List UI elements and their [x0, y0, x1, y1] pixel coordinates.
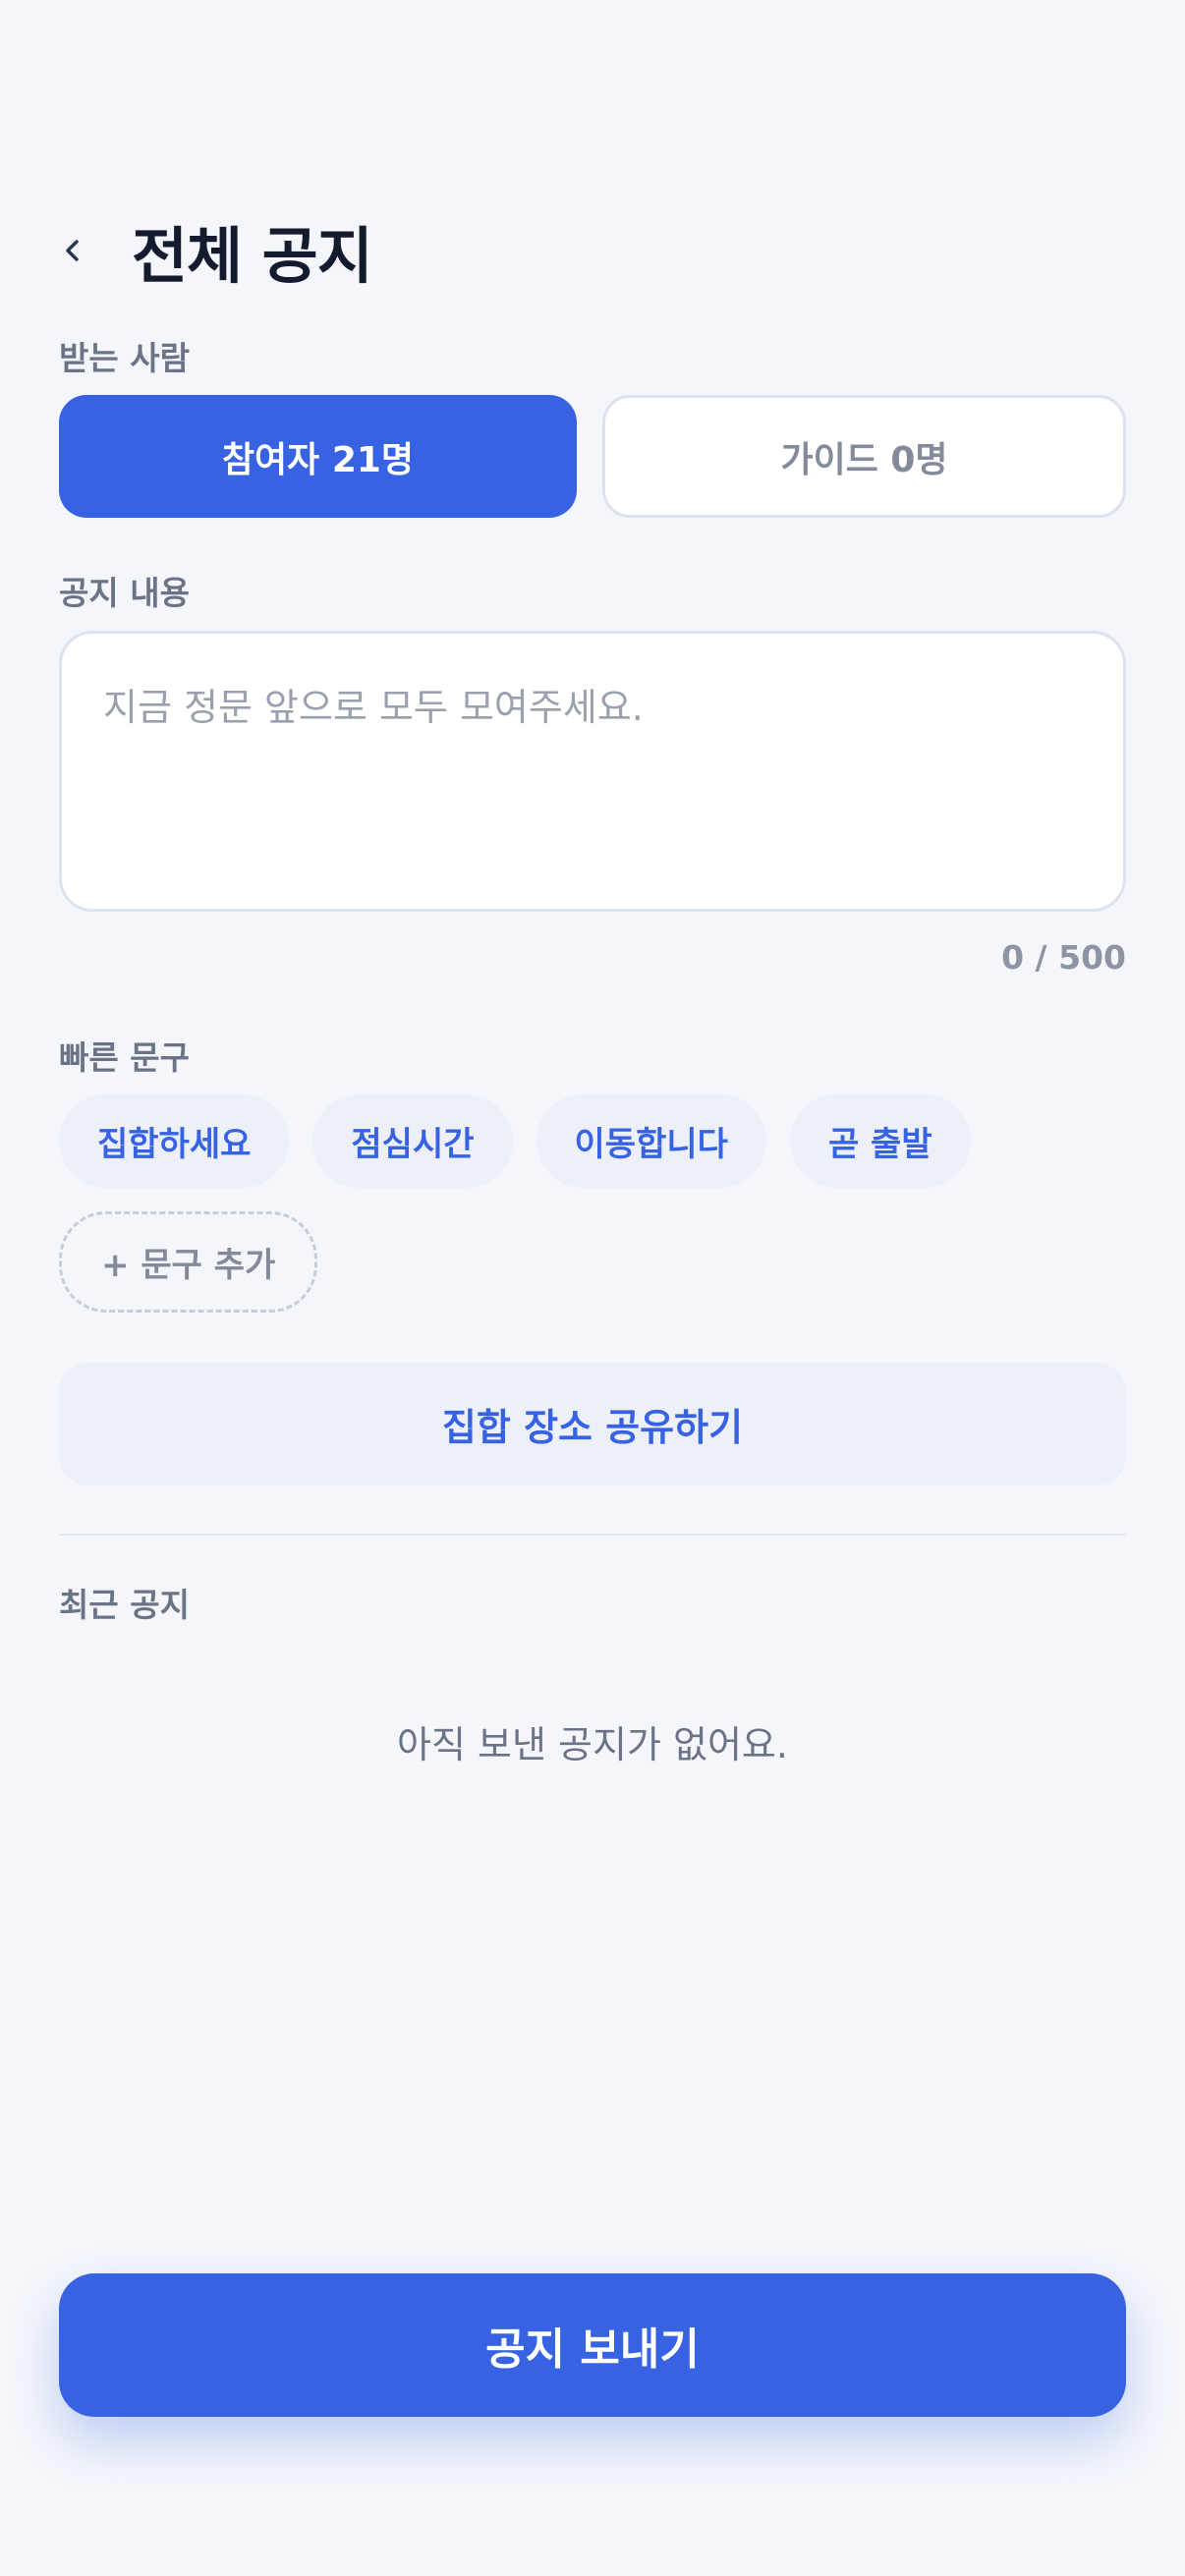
participants-toggle-button[interactable]: 참여자 21명	[59, 395, 577, 518]
share-location-button[interactable]: 집합 장소 공유하기	[59, 1363, 1126, 1485]
header: 전체 공지	[59, 201, 373, 300]
add-phrase-button[interactable]: + 문구 추가	[59, 1211, 318, 1313]
recent-notices-label: 최근 공지	[59, 1586, 190, 1624]
quick-phrase-chip[interactable]: 집합하세요	[59, 1094, 290, 1188]
divider	[59, 1534, 1126, 1536]
notice-screen: 전체 공지 받는 사람 참여자 21명 가이드 0명 공지 내용 0 / 500…	[0, 0, 1185, 2576]
quick-phrase-chip[interactable]: 이동합니다	[536, 1094, 766, 1188]
quick-phrase-chip[interactable]: 점심시간	[312, 1094, 513, 1188]
recipient-toggle: 참여자 21명 가이드 0명	[59, 395, 1126, 518]
send-notice-button[interactable]: 공지 보내기	[59, 2273, 1126, 2417]
chevron-left-icon	[66, 240, 79, 261]
back-button[interactable]	[59, 221, 102, 280]
page-title: 전체 공지	[132, 220, 373, 292]
quick-phrase-list: 집합하세요 점심시간 이동합니다 곧 출발 + 문구 추가	[59, 1094, 1126, 1313]
empty-state-message: 아직 보낸 공지가 없어요.	[397, 1723, 788, 1766]
guides-toggle-button[interactable]: 가이드 0명	[602, 395, 1126, 518]
notice-content-input[interactable]	[59, 631, 1126, 912]
quick-phrases-label: 빠른 문구	[59, 1038, 190, 1077]
quick-phrase-chip[interactable]: 곧 출발	[789, 1094, 971, 1188]
character-counter: 0 / 500	[1001, 938, 1126, 977]
recipients-label: 받는 사람	[59, 339, 190, 377]
notice-content-label: 공지 내용	[59, 574, 190, 612]
